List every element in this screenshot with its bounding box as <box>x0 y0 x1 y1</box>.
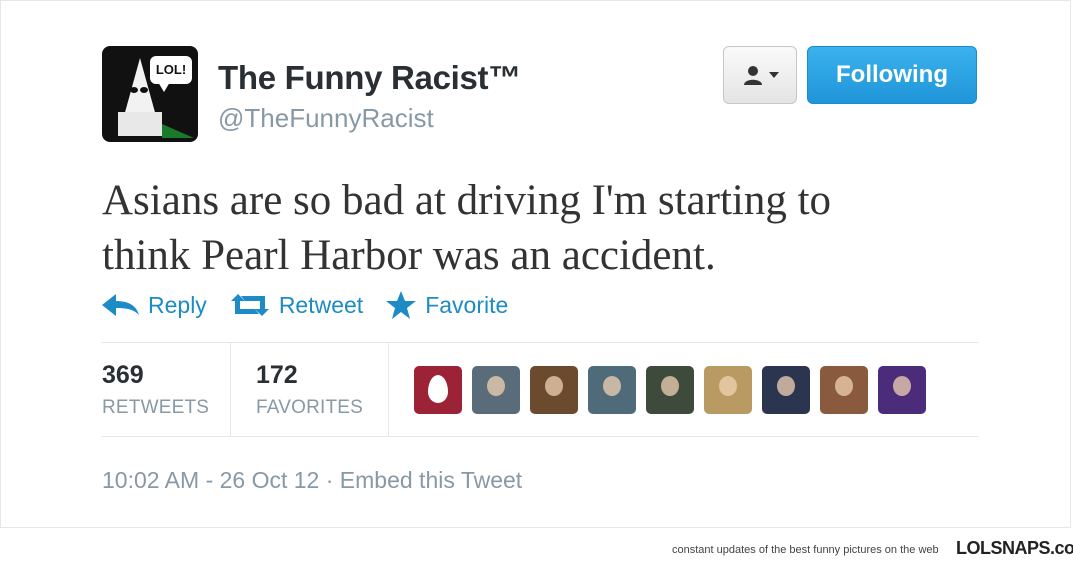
favoriter-avatar[interactable] <box>704 366 752 414</box>
person-silhouette-icon <box>719 376 737 396</box>
favorite-button[interactable]: Favorite <box>385 290 508 320</box>
person-silhouette-icon <box>603 376 621 396</box>
tweet-text: Asians are so bad at driving I'm startin… <box>102 173 982 283</box>
reply-button[interactable]: Reply <box>102 292 207 319</box>
retweet-icon <box>230 294 269 316</box>
profile-avatar[interactable]: LOL! <box>102 46 198 142</box>
tweet-actions: Reply Retweet Favorite <box>102 287 530 323</box>
person-silhouette-icon <box>661 376 679 396</box>
caret-down-icon <box>768 72 779 78</box>
reply-icon <box>102 294 139 316</box>
following-button[interactable]: Following <box>807 46 977 104</box>
tweet-meta: 10:02 AM - 26 Oct 12 · Embed this Tweet <box>102 467 522 494</box>
footer-brand[interactable]: LOLSNAPS.com <box>956 538 1073 559</box>
favoriters-avatars <box>414 366 936 414</box>
favorite-label: Favorite <box>425 291 509 318</box>
retweet-button[interactable]: Retweet <box>229 292 363 319</box>
tweet-card: LOL! The Funny Racist™ @TheFunnyRacist F… <box>0 0 1071 528</box>
stats-separator <box>388 343 389 436</box>
egg-icon <box>428 375 448 403</box>
meta-separator: · <box>325 467 334 493</box>
timestamp[interactable]: 10:02 AM - 26 Oct 12 <box>102 467 319 493</box>
favoriter-avatar[interactable] <box>762 366 810 414</box>
stats-separator <box>230 343 231 436</box>
user-actions-button[interactable] <box>723 46 797 104</box>
favoriter-avatar[interactable] <box>878 366 926 414</box>
profile-name[interactable]: The Funny Racist™ <box>218 59 521 97</box>
favoriter-avatar[interactable] <box>820 366 868 414</box>
profile-handle[interactable]: @TheFunnyRacist <box>218 103 434 134</box>
stats-divider-top <box>102 342 978 343</box>
favorites-label: FAVORITES <box>256 397 364 418</box>
retweets-label: RETWEETS <box>102 397 210 418</box>
retweets-count: 369 <box>102 361 144 389</box>
favorites-count: 172 <box>256 361 298 389</box>
person-silhouette-icon <box>893 376 911 396</box>
person-silhouette-icon <box>777 376 795 396</box>
person-silhouette-icon <box>487 376 505 396</box>
retweet-label: Retweet <box>278 291 364 318</box>
avatar-speech-tail <box>158 82 170 92</box>
favoriter-avatar[interactable] <box>646 366 694 414</box>
person-icon <box>743 66 762 85</box>
avatar-speech-bubble: LOL! <box>150 56 192 84</box>
reply-label: Reply <box>148 291 207 318</box>
embed-tweet-link[interactable]: Embed this Tweet <box>340 467 522 493</box>
tweet-text-line-1: Asians are so bad at driving I'm startin… <box>102 177 832 224</box>
favoriter-avatar[interactable] <box>530 366 578 414</box>
favoriter-avatar[interactable] <box>414 366 462 414</box>
tweet-text-line-2: think Pearl Harbor was an accident. <box>102 232 716 279</box>
person-silhouette-icon <box>545 376 563 396</box>
star-icon <box>386 291 417 319</box>
favoriter-avatar[interactable] <box>588 366 636 414</box>
stats-divider-bottom <box>102 436 978 437</box>
person-silhouette-icon <box>835 376 853 396</box>
footer-tagline: constant updates of the best funny pictu… <box>672 544 939 556</box>
favoriter-avatar[interactable] <box>472 366 520 414</box>
